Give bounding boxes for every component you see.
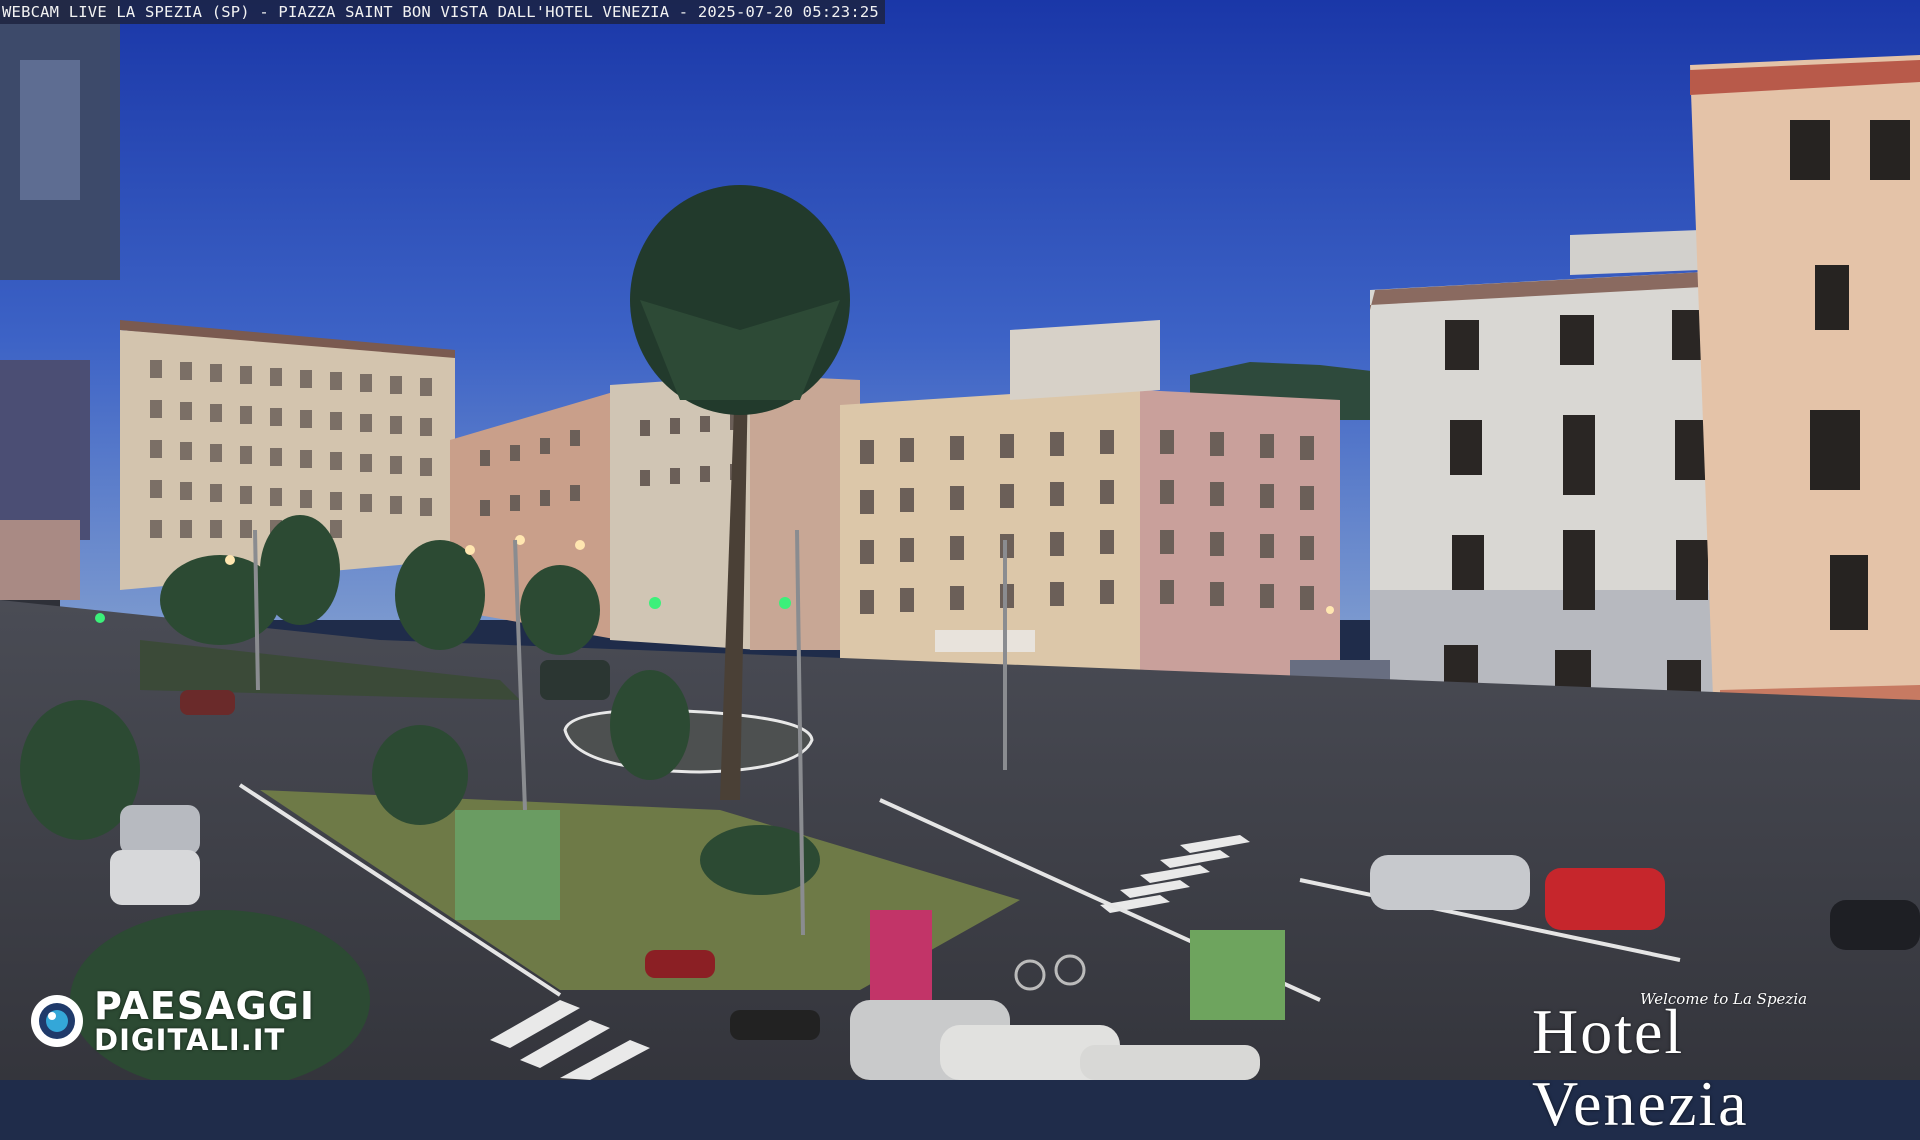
logo-left-line1: PAESAGGI [94, 984, 316, 1028]
recycling-bin-left [455, 810, 560, 920]
paesaggi-digitali-logo: PAESAGGI DIGITALI.IT [28, 986, 338, 1056]
webcam-scene [0, 0, 1920, 1080]
logo-right-name: Hotel Venezia [1532, 996, 1749, 1139]
recycling-bin-right [1190, 930, 1285, 1020]
logo-left-line2: DIGITALI.IT [94, 1023, 286, 1057]
hotel-venezia-logo: Welcome to La Spezia Hotel Venezia [1520, 986, 1910, 1139]
advertising-billboard [870, 910, 932, 1006]
paesaggi-lens-icon [31, 995, 83, 1047]
webcam-caption: WEBCAM LIVE LA SPEZIA (SP) - PIAZZA SAIN… [0, 0, 885, 24]
